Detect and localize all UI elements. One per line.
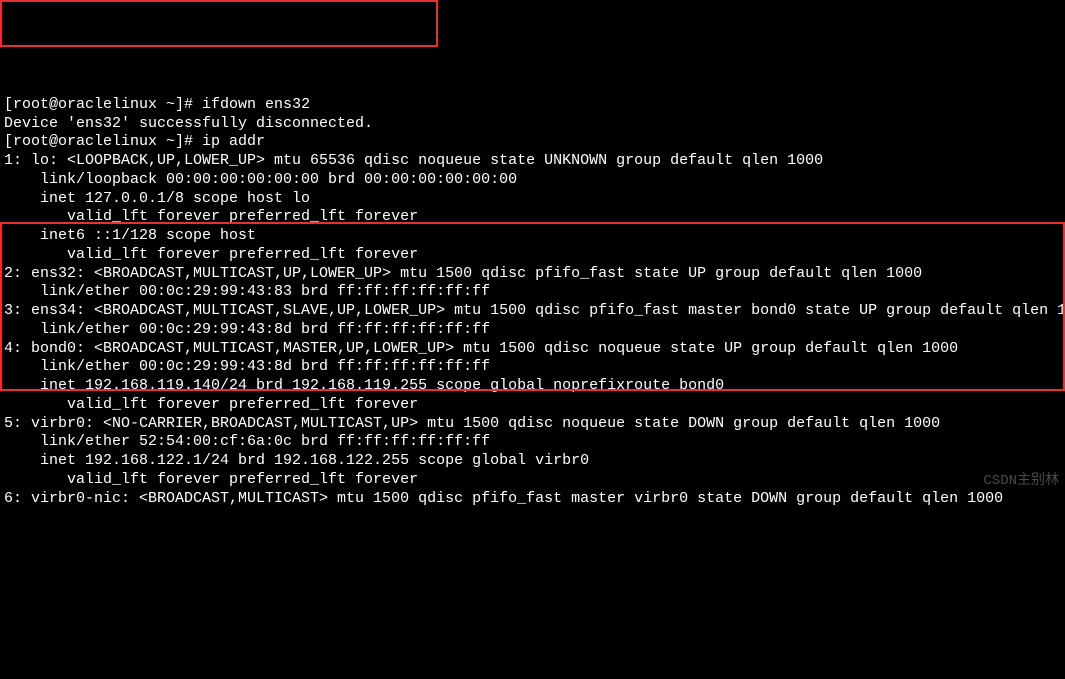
ipaddr-line: valid_lft forever preferred_lft forever (4, 396, 418, 413)
ipaddr-line: 4: bond0: <BROADCAST,MULTICAST,MASTER,UP… (4, 340, 958, 357)
ipaddr-line: inet 192.168.122.1/24 brd 192.168.122.25… (4, 452, 589, 469)
ipaddr-line: link/ether 00:0c:29:99:43:83 brd ff:ff:f… (4, 283, 490, 300)
watermark-text: CSDN主别林 (983, 473, 1059, 491)
ipaddr-line: inet 127.0.0.1/8 scope host lo (4, 190, 310, 207)
ipaddr-line: link/ether 00:0c:29:99:43:8d brd ff:ff:f… (4, 358, 490, 375)
highlight-box-ifdown (0, 0, 438, 47)
ipaddr-line: link/loopback 00:00:00:00:00:00 brd 00:0… (4, 171, 517, 188)
ipaddr-line: 6: virbr0-nic: <BROADCAST,MULTICAST> mtu… (4, 490, 1003, 507)
ipaddr-line: link/ether 52:54:00:cf:6a:0c brd ff:ff:f… (4, 433, 490, 450)
ipaddr-line: 2: ens32: <BROADCAST,MULTICAST,UP,LOWER_… (4, 265, 922, 282)
ipaddr-line: valid_lft forever preferred_lft forever (4, 208, 418, 225)
ipaddr-line: link/ether 00:0c:29:99:43:8d brd ff:ff:f… (4, 321, 490, 338)
ipaddr-line: inet 192.168.119.140/24 brd 192.168.119.… (4, 377, 724, 394)
shell-prompt: [root@oraclelinux ~]# (4, 133, 202, 150)
disconnect-message: Device 'ens32' successfully disconnected… (4, 115, 373, 132)
command-ifdown: ifdown ens32 (202, 96, 310, 113)
ipaddr-line: 3: ens34: <BROADCAST,MULTICAST,SLAVE,UP,… (4, 302, 1065, 319)
ipaddr-line: valid_lft forever preferred_lft forever (4, 246, 418, 263)
shell-prompt: [root@oraclelinux ~]# (4, 96, 202, 113)
ipaddr-line: valid_lft forever preferred_lft forever (4, 471, 418, 488)
ipaddr-line: 5: virbr0: <NO-CARRIER,BROADCAST,MULTICA… (4, 415, 940, 432)
terminal-output: [root@oraclelinux ~]# ifdown ens32 Devic… (0, 75, 1065, 510)
ipaddr-line: 1: lo: <LOOPBACK,UP,LOWER_UP> mtu 65536 … (4, 152, 823, 169)
command-ip-addr: ip addr (202, 133, 265, 150)
ipaddr-line: inet6 ::1/128 scope host (4, 227, 256, 244)
